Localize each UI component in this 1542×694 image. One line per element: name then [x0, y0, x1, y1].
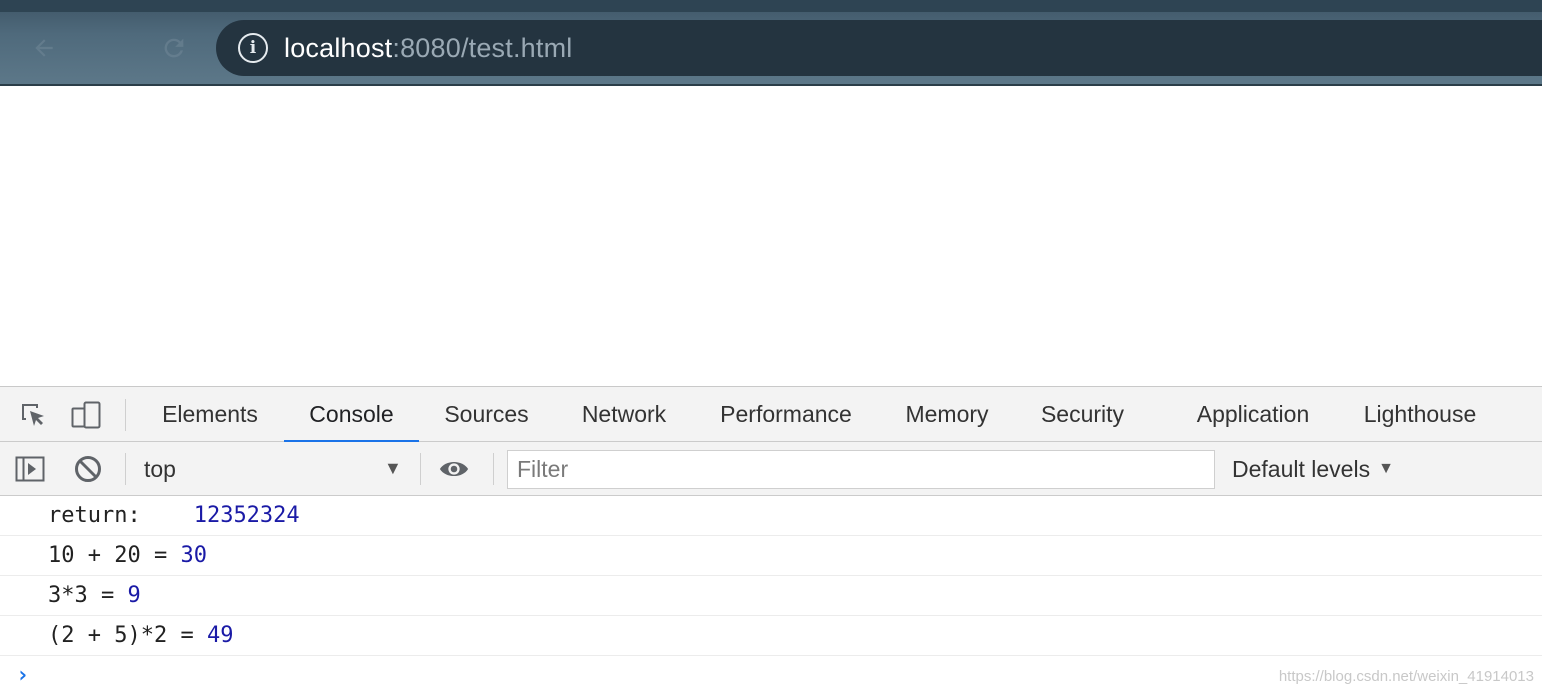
console-message-text: 10 + 20 = — [48, 543, 181, 568]
console-output: return: 12352324 10 + 20 = 30 3*3 = 9 (2… — [0, 496, 1542, 693]
page-viewport — [0, 86, 1542, 386]
tab-security[interactable]: Security — [1026, 387, 1139, 442]
log-levels-dropdown[interactable]: Default levels ▼ — [1232, 442, 1394, 496]
watermark: https://blog.csdn.net/weixin_41914013 — [1278, 668, 1534, 685]
tab-console[interactable]: Console — [284, 387, 419, 443]
console-toolbar: top ▼ Default levels ▼ — [0, 442, 1542, 496]
show-sidebar-button[interactable] — [14, 453, 46, 485]
console-message-text: 3*3 = — [48, 583, 128, 608]
console-message-text: (2 + 5)*2 = — [48, 623, 207, 648]
url-host: localhost — [284, 32, 393, 63]
tab-performance[interactable]: Performance — [706, 387, 866, 442]
console-message: return: 12352324 — [0, 496, 1542, 536]
toolbar-separator — [493, 453, 494, 485]
device-icon — [71, 401, 101, 429]
eye-icon — [439, 461, 469, 477]
prompt-chevron-icon: › — [16, 662, 30, 688]
inspect-element-button[interactable] — [17, 399, 49, 431]
tab-lighthouse[interactable]: Lighthouse — [1350, 387, 1490, 442]
live-expression-button[interactable] — [438, 453, 470, 485]
toolbar-separator — [125, 453, 126, 485]
back-arrow-icon — [35, 39, 53, 57]
console-message-value: 49 — [206, 623, 234, 648]
console-message-value: 9 — [127, 583, 141, 608]
devtools-tabbar: Elements Console Sources Network Perform… — [0, 387, 1542, 443]
tab-sources[interactable]: Sources — [430, 387, 543, 442]
context-selector[interactable]: top — [140, 442, 410, 496]
tab-elements[interactable]: Elements — [146, 387, 274, 442]
context-dropdown-arrow-icon[interactable]: ▼ — [384, 458, 402, 479]
tab-strip — [0, 0, 1542, 12]
block-icon — [75, 456, 101, 482]
devtools-panel: Elements Console Sources Network Perform… — [0, 386, 1542, 692]
console-message: 3*3 = 9 — [0, 576, 1542, 616]
console-message-value: 30 — [180, 543, 207, 568]
reload-icon — [164, 38, 184, 58]
toolbar-separator — [125, 399, 126, 431]
log-levels-label: Default levels — [1232, 455, 1371, 482]
address-bar[interactable]: i localhost:8080/test.html — [216, 20, 1542, 76]
tab-application[interactable]: Application — [1180, 387, 1326, 442]
console-message: 10 + 20 = 30 — [0, 536, 1542, 576]
reload-button[interactable] — [156, 30, 192, 66]
browser-toolbar: i localhost:8080/test.html — [0, 0, 1542, 86]
site-info-icon[interactable]: i — [238, 33, 268, 63]
console-message-value: 12352324 — [193, 503, 300, 528]
inspect-cursor-icon — [22, 404, 44, 426]
clear-console-button[interactable] — [72, 453, 104, 485]
console-message-text: return: — [48, 503, 194, 528]
context-selector-label: top — [144, 455, 176, 482]
console-message: (2 + 5)*2 = 49 — [0, 616, 1542, 656]
levels-dropdown-arrow-icon: ▼ — [1378, 460, 1394, 477]
toolbar-separator — [420, 453, 421, 485]
sidebar-toggle-icon — [15, 456, 45, 482]
url-path: :8080/test.html — [392, 32, 573, 63]
filter-input[interactable] — [507, 450, 1215, 489]
device-toolbar-button[interactable] — [70, 399, 102, 431]
back-button[interactable] — [26, 30, 62, 66]
tab-memory[interactable]: Memory — [890, 387, 1004, 442]
url-text[interactable]: localhost:8080/test.html — [284, 33, 572, 64]
tab-network[interactable]: Network — [566, 387, 682, 442]
